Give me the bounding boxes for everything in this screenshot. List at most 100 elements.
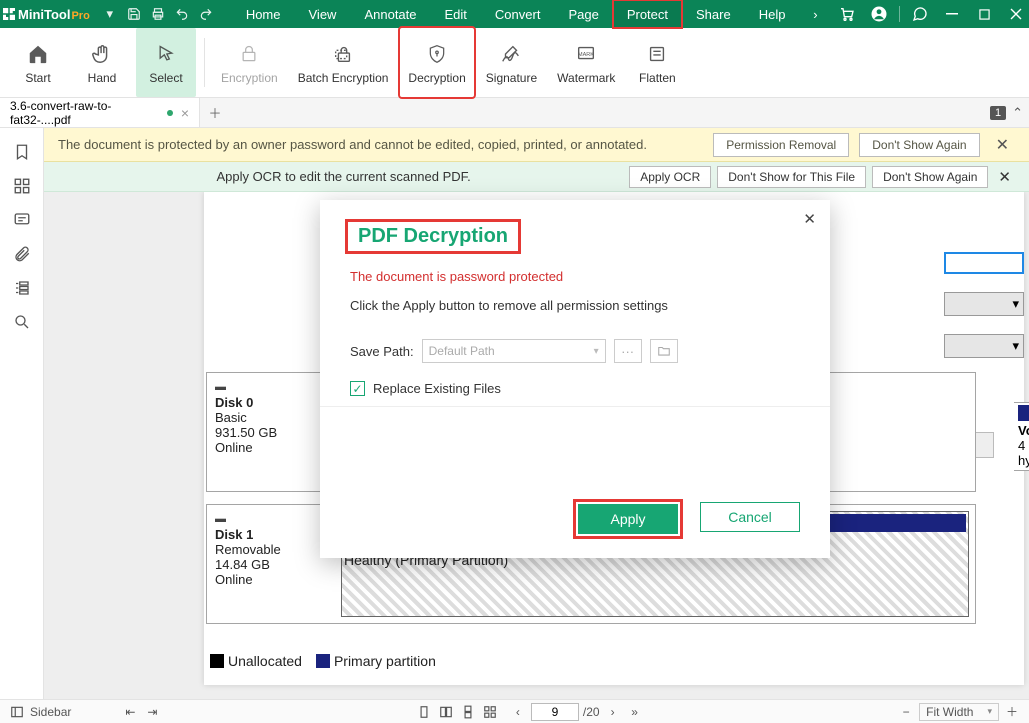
statusbar: Sidebar ⇤ ⇥ ‹ /20 › » − Fit Width ＋ (0, 699, 1029, 723)
tool-flatten-label: Flatten (639, 71, 676, 85)
left-sidebar (0, 128, 44, 699)
dialog-actions: Apply Cancel (576, 502, 800, 536)
replace-checkbox[interactable]: ✓ (350, 381, 365, 396)
tool-flatten[interactable]: Flatten (627, 28, 687, 97)
ocr-dont-show-file-button[interactable]: Don't Show for This File (717, 166, 866, 188)
permission-removal-button[interactable]: Permission Removal (713, 133, 849, 157)
lock-icon (239, 41, 259, 67)
tool-decryption[interactable]: Decryption (400, 28, 473, 97)
next-page-icon[interactable]: › (604, 703, 622, 721)
browse-folder-button[interactable] (650, 339, 678, 363)
menu-page[interactable]: Page (554, 0, 612, 28)
tool-encryption[interactable]: Encryption (213, 28, 286, 97)
undo-icon[interactable] (174, 6, 190, 22)
cancel-button[interactable]: Cancel (700, 502, 800, 532)
ocr-dont-show-again-button[interactable]: Don't Show Again (872, 166, 988, 188)
tab-close-icon[interactable]: × (181, 105, 189, 121)
ribbon-protect: Start Hand Select Encryption Batch Encry… (0, 28, 1029, 98)
tool-hand[interactable]: Hand (72, 28, 132, 97)
dont-show-again-button[interactable]: Don't Show Again (859, 133, 979, 157)
tab-count-badge[interactable]: 1 (990, 106, 1006, 120)
volume-f-fragment: Volume (F:) 4 GB NTFS hy (Basic Dat (1014, 402, 1029, 471)
banner-close-icon[interactable]: ✕ (990, 135, 1015, 155)
fit-mode-select[interactable]: Fit Width (919, 703, 999, 721)
zoom-out-icon[interactable]: − (897, 703, 915, 721)
menu-help[interactable]: Help (745, 0, 800, 28)
search-icon[interactable] (12, 312, 32, 332)
tool-hand-label: Hand (88, 71, 117, 85)
ocr-close-icon[interactable]: ✕ (994, 168, 1015, 186)
menu-protect[interactable]: Protect (613, 0, 682, 28)
user-icon[interactable] (863, 0, 895, 28)
save-icon[interactable] (126, 6, 142, 22)
prev-page-icon[interactable]: ‹ (509, 703, 527, 721)
attachment-icon[interactable] (12, 244, 32, 264)
zoom-in-icon[interactable]: ＋ (1003, 703, 1021, 721)
tab-collapse-icon[interactable]: ⌃ (1012, 105, 1023, 121)
protection-banner: The document is protected by an owner pa… (44, 128, 1029, 162)
last-page-icon[interactable]: ⇥ (143, 703, 161, 721)
redo-icon[interactable] (198, 6, 214, 22)
page-input[interactable] (531, 703, 579, 721)
menu-view[interactable]: View (295, 0, 351, 28)
menu-share[interactable]: Share (682, 0, 745, 28)
apply-highlight: Apply (576, 502, 680, 536)
two-page-icon[interactable] (437, 703, 455, 721)
tool-batch-encryption[interactable]: Batch Encryption (290, 28, 397, 97)
dialog-warning: The document is password protected (320, 261, 830, 288)
print-icon[interactable] (150, 6, 166, 22)
bookmark-icon[interactable] (12, 142, 32, 162)
first-page-icon[interactable]: ⇤ (121, 703, 139, 721)
brand-suffix: Pro (71, 10, 89, 22)
disk-icon: ▬ (215, 513, 327, 525)
sidebar-icon (8, 703, 26, 721)
last-icon[interactable]: » (626, 703, 644, 721)
feedback-icon[interactable] (904, 0, 936, 28)
disk0-status: Online (215, 440, 253, 455)
continuous-icon[interactable] (459, 703, 477, 721)
sidebar-toggle[interactable]: Sidebar (8, 703, 71, 721)
window-close[interactable] (1000, 0, 1029, 28)
tool-select[interactable]: Select (136, 28, 196, 97)
comments-icon[interactable] (12, 210, 32, 230)
main-menu: Home View Annotate Edit Convert Page Pro… (232, 0, 800, 28)
legend-primary: Primary partition (316, 653, 436, 669)
menu-home[interactable]: Home (232, 0, 295, 28)
save-path-select[interactable]: Default Path (422, 339, 606, 363)
tool-signature[interactable]: Signature (478, 28, 545, 97)
replace-files-row[interactable]: ✓ Replace Existing Files (320, 367, 830, 407)
menu-overflow-icon[interactable]: › (799, 0, 831, 28)
hand-icon (91, 41, 113, 67)
fit-label: Fit Width (926, 705, 973, 719)
volf-l2: 4 GB NTFS (1018, 438, 1029, 453)
cart-icon[interactable] (831, 0, 863, 28)
thumbnails-icon[interactable] (12, 176, 32, 196)
menu-edit[interactable]: Edit (431, 0, 481, 28)
apply-ocr-button[interactable]: Apply OCR (629, 166, 711, 188)
watermark-icon: MARK (575, 41, 597, 67)
more-button[interactable]: ··· (614, 339, 642, 363)
dialog-close-icon[interactable]: ✕ (803, 210, 816, 228)
legend-box-blue (316, 654, 330, 668)
qat-dropdown-icon[interactable]: ▾ (102, 6, 118, 22)
grid-icon[interactable] (481, 703, 499, 721)
tool-start[interactable]: Start (8, 28, 68, 97)
tool-watermark-label: Watermark (557, 71, 615, 85)
window-maximize[interactable] (968, 0, 1000, 28)
legend-box-black (210, 654, 224, 668)
window-minimize[interactable] (936, 0, 968, 28)
dialog-info: Click the Apply button to remove all per… (320, 288, 830, 323)
titlebar: MiniToolPro ▾ Home View Annotate Edit Co… (0, 0, 1029, 28)
menu-convert[interactable]: Convert (481, 0, 555, 28)
document-tab[interactable]: 3.6-convert-raw-to-fat32-....pdf × (0, 98, 200, 127)
pdf-decryption-dialog: ✕ PDF Decryption The document is passwor… (320, 200, 830, 558)
tool-signature-label: Signature (486, 71, 537, 85)
document-tabstrip: 3.6-convert-raw-to-fat32-....pdf × ＋ 1 ⌃ (0, 98, 1029, 128)
tool-watermark[interactable]: MARK Watermark (549, 28, 623, 97)
single-page-icon[interactable] (415, 703, 433, 721)
form-icon[interactable] (12, 278, 32, 298)
view-mode-group (415, 703, 499, 721)
menu-annotate[interactable]: Annotate (350, 0, 430, 28)
apply-button[interactable]: Apply (578, 504, 678, 534)
tab-add-button[interactable]: ＋ (200, 98, 230, 127)
